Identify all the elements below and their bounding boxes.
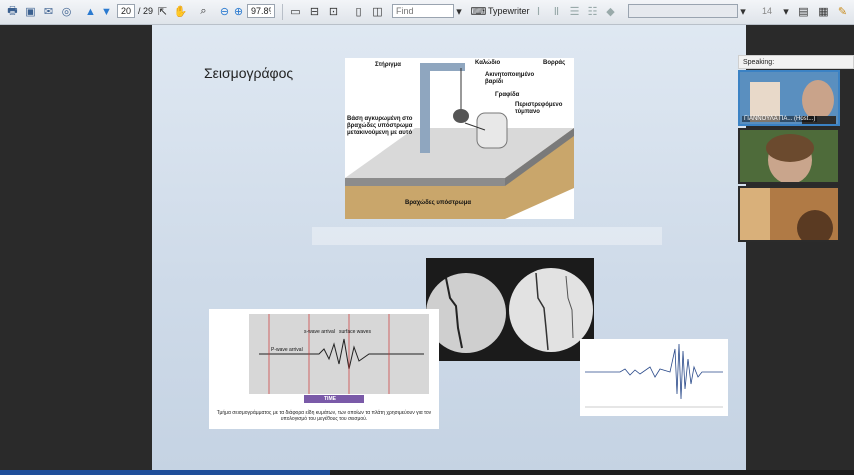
seismogram-diagram: s-wave arrival surface waves P-wave arri… [209,309,439,429]
diagram-label-bedrock: Βραχώδες υπόστρωμα [405,200,472,206]
participant-video-tile[interactable] [738,128,840,184]
find-input[interactable] [392,4,454,18]
chevron-down-icon[interactable]: ▾ [782,3,790,20]
speaking-label: Speaking: [738,55,854,69]
page-total: / 29 [138,6,154,16]
participant-name: ΓΙΑΝΝΟΥΛΑ ΠΑ... (Host...) [742,116,818,122]
diagram-label-wire: Καλώδιο [475,60,501,66]
prev-page-icon[interactable]: ▲ [82,3,99,20]
participant-video [740,130,838,182]
chevron-down-icon[interactable]: ▾ [455,3,463,20]
email-icon[interactable]: ✉ [40,3,57,20]
participant-video [740,188,838,240]
page-number-input[interactable] [117,4,135,18]
edit-icon[interactable]: ✎ [834,3,851,20]
seismogram-label-time: TIME [324,396,336,402]
toolbar: 🖶 ▣ ✉ ◎ ▲ ▼ / 29 ⇱ ✋ ⌕ ⊖ ⊕ ▭ ⊟ ⊡ ▯ ◫ ▾ ⌨… [0,0,854,25]
participant-video-tile[interactable]: ΓΙΑΝΝΟΥΛΑ ΠΑ... (Host...) [738,70,840,126]
save-icon[interactable]: ▣ [22,3,39,20]
diagram-label-drum: Περιστρεφόμενο τύμπανο [515,102,563,115]
zoom-input[interactable] [247,4,275,18]
diagram-label-base: Βάση αγκυρωμένη στο βραχώδες υπόστρωμα μ… [347,116,413,136]
seismograph-diagram-art [345,63,574,219]
taskbar-strip [0,470,854,475]
list-icon: ☷ [587,6,598,18]
text-format-icon: Ⅰ [536,6,541,18]
comment-icon[interactable]: ▤ [795,3,812,20]
slide-page: Σεισμογράφος Στήριγμα Καλώδιο Βορράς Ακι… [152,25,746,470]
separator [282,4,283,20]
list-icon: ☰ [569,6,580,18]
taskbar-highlight [0,470,330,475]
slide-title: Σεισμογράφος [204,65,294,81]
seismograph-drum-art [426,258,594,361]
seismogram-label-s-wave: s-wave arrival [304,329,335,335]
actual-size-icon[interactable]: ▭ [287,3,304,20]
next-page-icon[interactable]: ▼ [98,3,115,20]
text-format-icon: Ⅱ [553,6,560,18]
diagram-label-north: Βορράς [543,60,566,66]
seismogram-label-surface: surface waves [339,329,371,335]
diagram-label-support: Στήριγμα [375,62,401,68]
single-page-icon[interactable]: ▯ [350,3,367,20]
seismogram-diagram-art [249,314,429,403]
select-tool-icon[interactable]: ⇱ [154,3,171,20]
waveform-art [585,343,723,408]
zoom-in-icon[interactable]: ⊕ [230,3,247,20]
hand-tool-icon[interactable]: ✋ [172,3,189,20]
stamp-icon[interactable]: ▦ [815,3,832,20]
font-select [628,4,738,18]
seismogram-caption: Τμήμα σεισμογράμματος με τα διάφορα είδη… [216,410,432,422]
snapshot-icon[interactable]: ⌕ [195,3,212,20]
two-page-icon[interactable]: ◫ [369,3,386,20]
seismogram-label-p-wave: P-wave arrival [271,347,303,353]
participant-video-tile[interactable] [738,186,840,242]
typewriter-icon[interactable]: ⌨ [470,3,487,20]
fit-page-icon[interactable]: ⊡ [325,3,342,20]
diagram-label-pen: Γραφίδα [495,92,520,98]
font-size[interactable]: 14 [762,6,772,16]
waveform-plot [580,339,728,416]
color-icon: ◆ [606,6,615,18]
print-icon[interactable]: 🖶 [4,3,21,20]
diagram-label-mass: Ακινητοποιημένο βαρίδι [485,72,535,85]
typewriter-label[interactable]: Typewriter [488,6,530,16]
chevron-down-icon[interactable]: ▾ [739,3,747,20]
fit-width-icon[interactable]: ⊟ [306,3,323,20]
seismograph-drum-photo [426,258,594,361]
seismograph-diagram: Στήριγμα Καλώδιο Βορράς Ακινητοποιημένο … [345,58,574,219]
web-icon[interactable]: ◎ [58,3,75,20]
decorative-band [312,227,662,245]
